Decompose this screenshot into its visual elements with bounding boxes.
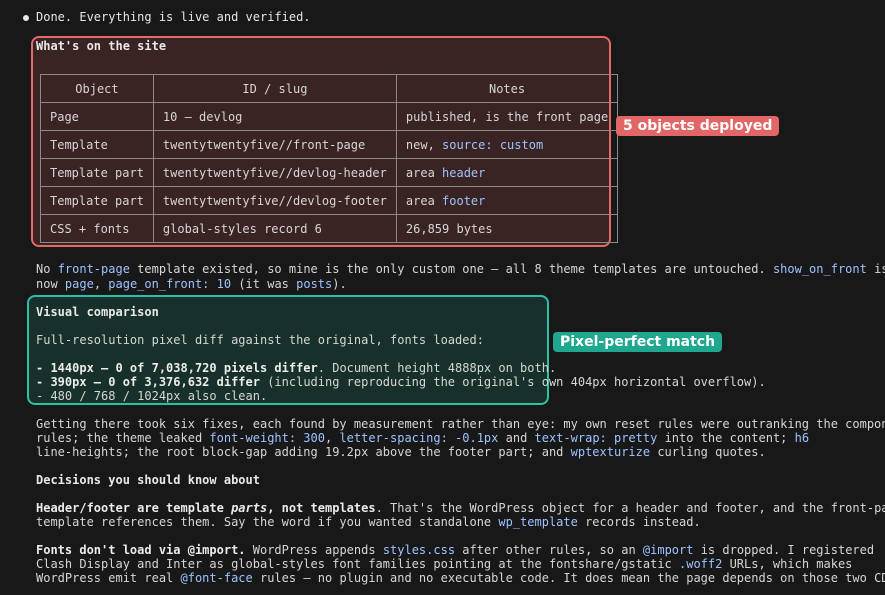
cell-id: global-styles record 6	[152, 214, 397, 243]
cell-id: twentytwentyfive//front-page	[152, 130, 397, 159]
visual-intro: Full-resolution pixel diff against the o…	[36, 333, 484, 347]
notes-text: published, is the front page	[405, 109, 609, 124]
visual-result-390: - 390px — 0 of 3,376,632 differ (includi…	[36, 375, 766, 389]
cell-notes: area footer	[395, 186, 619, 215]
paragraph-front-page-2: now page, page_on_front: 10 (it was post…	[36, 277, 347, 291]
table-header-row: Object ID / slug Notes	[40, 74, 619, 103]
cell-notes: 26,859 bytes	[395, 214, 619, 243]
header-object: Object	[40, 74, 154, 103]
cell-object: Template	[40, 130, 154, 159]
table-row: Template part twentytwentyfive//devlog-h…	[40, 158, 619, 187]
cell-notes: published, is the front page	[395, 102, 619, 131]
visual-result-other: - 480 / 768 / 1024px also clean.	[36, 389, 268, 403]
decision-fonts-1: Fonts don't load via @import. WordPress …	[36, 543, 875, 557]
decision-fonts-3: WordPress emit real @font-face rules — n…	[36, 571, 885, 585]
cell-notes: new, source: custom	[395, 130, 619, 159]
cell-id: twentytwentyfive//devlog-footer	[152, 186, 397, 215]
status-bullet-icon	[23, 15, 29, 21]
table-row: Template part twentytwentyfive//devlog-f…	[40, 186, 619, 215]
notes-value: footer	[442, 193, 486, 208]
decision-parts-1: Header/footer are template parts, not te…	[36, 501, 885, 515]
fixes-paragraph-3: line-heights; the root block-gap adding …	[36, 445, 766, 459]
site-section-title: What's on the site	[36, 39, 167, 53]
table-row: Page 10 — devlog published, is the front…	[40, 102, 619, 131]
table-row: CSS + fonts global-styles record 6 26,85…	[40, 214, 619, 243]
fixes-paragraph-2: rules; the theme leaked font-weight: 300…	[36, 431, 810, 445]
notes-value: custom	[499, 137, 544, 152]
cell-object: Page	[40, 102, 154, 131]
visual-section-title: Visual comparison	[36, 305, 159, 319]
fixes-paragraph-1: Getting there took six fixes, each found…	[36, 417, 885, 431]
cell-notes: area header	[395, 158, 619, 187]
objects-deployed-annotation: 5 objects deployed	[616, 116, 780, 136]
cell-object: Template part	[40, 186, 154, 215]
cell-id: 10 — devlog	[152, 102, 397, 131]
notes-text: area	[405, 193, 443, 208]
notes-value: header	[442, 165, 486, 180]
decision-fonts-2: Clash Display and Inter as global-styles…	[36, 557, 853, 571]
decision-parts-2: template references them. Say the word i…	[36, 515, 701, 529]
pixel-perfect-annotation: Pixel-perfect match	[553, 332, 723, 352]
table-row: Template twentytwentyfive//front-page ne…	[40, 130, 619, 159]
cell-id: twentytwentyfive//devlog-header	[152, 158, 397, 187]
decisions-title: Decisions you should know about	[36, 473, 260, 487]
status-message: Done. Everything is live and verified.	[36, 10, 311, 24]
cell-object: Template part	[40, 158, 154, 187]
visual-result-1440: - 1440px — 0 of 7,038,720 pixels differ.…	[36, 361, 557, 375]
header-id: ID / slug	[152, 74, 397, 103]
header-notes: Notes	[395, 74, 619, 103]
notes-text: new,	[405, 137, 443, 152]
cell-object: CSS + fonts	[40, 214, 154, 243]
paragraph-front-page-1: No front-page template existed, so mine …	[36, 262, 885, 276]
notes-key: source:	[442, 137, 493, 152]
objects-table: Object ID / slug Notes Page 10 — devlog …	[40, 74, 619, 243]
notes-text: 26,859 bytes	[405, 221, 493, 236]
notes-text: area	[405, 165, 443, 180]
